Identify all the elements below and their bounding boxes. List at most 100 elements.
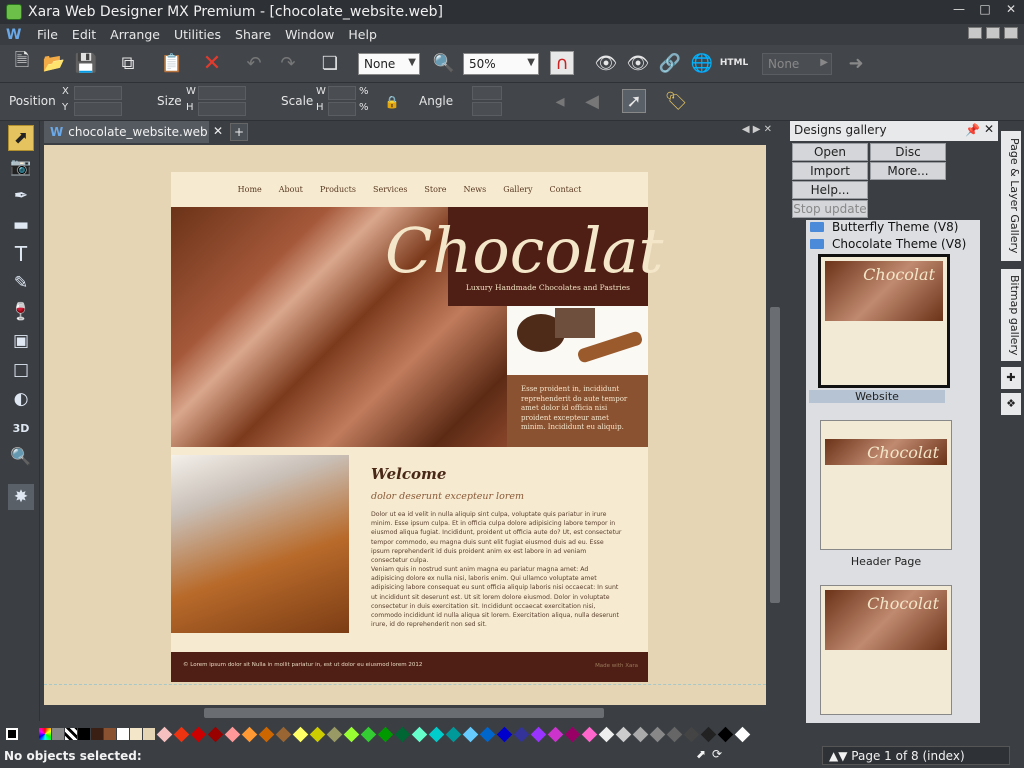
menu-file[interactable]: File (30, 27, 65, 42)
close-tab-icon[interactable]: ✕ (213, 124, 223, 138)
preview-eye-icon[interactable]: 👁 (594, 51, 618, 75)
gallery-list[interactable]: Butterfly Theme (V8) Chocolate Theme (V8… (806, 220, 980, 723)
swatch-dark-green[interactable] (377, 726, 394, 742)
import-button[interactable]: Import (792, 162, 868, 180)
close-window-button[interactable]: ✕ (998, 0, 1024, 18)
swatch-teal[interactable] (445, 726, 462, 742)
swatch-white[interactable] (117, 728, 129, 740)
swatch-navy[interactable] (513, 726, 530, 742)
swatch-pink-2[interactable] (581, 726, 598, 742)
footer-credit[interactable]: Made with Xara (595, 663, 638, 669)
lock-aspect-icon[interactable]: 🔒 (380, 90, 404, 114)
swatch-grey-7[interactable] (700, 726, 717, 742)
tag-icon[interactable]: 🏷 (664, 89, 688, 113)
photo-tool-icon[interactable]: ✸ (8, 484, 34, 510)
blend-tool-icon[interactable]: ◐ (8, 386, 34, 412)
extrude-3d-tool-icon[interactable]: 3D (8, 415, 34, 441)
thumb-third-page[interactable]: Chocolat (820, 585, 952, 715)
nav-about[interactable]: About (279, 185, 303, 194)
swatch-salmon[interactable] (224, 726, 241, 742)
nav-news[interactable]: News (464, 185, 487, 194)
swatch-tan[interactable] (143, 728, 155, 740)
swatch-black[interactable] (78, 728, 90, 740)
magnet-snap-icon[interactable]: ∩ (550, 51, 574, 75)
arrow-right-icon[interactable]: ➜ (844, 51, 868, 75)
save-icon[interactable]: 💾 (74, 51, 98, 75)
swatch-aqua[interactable] (411, 726, 428, 742)
swatch-lime[interactable] (343, 726, 360, 742)
flip-horizontal-icon[interactable]: ◂ (548, 89, 572, 113)
menu-arrange[interactable]: Arrange (103, 27, 167, 42)
swatch-dark-brown[interactable] (91, 728, 103, 740)
swatch-purple[interactable] (530, 726, 547, 742)
minimize-button[interactable]: — (946, 0, 972, 18)
skew-field[interactable] (472, 102, 502, 116)
canvas-vertical-scrollbar[interactable] (768, 145, 782, 705)
menu-share[interactable]: Share (228, 27, 278, 42)
thumb-header-page[interactable]: Chocolat (820, 420, 952, 550)
tab-scroll-arrows[interactable]: ◀ ▶ ✕ (742, 124, 772, 135)
nav-contact[interactable]: Contact (550, 185, 582, 194)
open-folder-icon[interactable]: 📂 (42, 51, 66, 75)
swatch-grey-2[interactable] (615, 726, 632, 742)
undo-icon[interactable]: ↶ (242, 51, 266, 75)
no-color-swatch[interactable] (6, 728, 18, 740)
swatch-yellow[interactable] (292, 726, 309, 742)
transparency-tool-icon[interactable]: 🍷 (8, 299, 34, 325)
swatch-grey-1[interactable] (598, 726, 615, 742)
swatch-khaki[interactable] (326, 726, 343, 742)
doc-minimize-button[interactable] (968, 27, 982, 39)
swatch-cyan[interactable] (428, 726, 445, 742)
pen-tool-icon[interactable]: ✒ (8, 183, 34, 209)
swatch-white-2[interactable] (734, 726, 751, 742)
thumb-website[interactable]: Chocolat (818, 254, 950, 388)
publish-icon[interactable]: 🌐 (690, 51, 714, 75)
pin-icon[interactable]: 📌 (965, 123, 980, 137)
open-button[interactable]: Open (792, 143, 868, 161)
y-field[interactable] (74, 102, 122, 116)
zoom-tool-icon[interactable]: 🔍 (8, 444, 34, 470)
refresh-icon[interactable]: ⟳ (712, 747, 722, 761)
nav-services[interactable]: Services (373, 185, 407, 194)
folder-chocolate[interactable]: Chocolate Theme (V8) (810, 237, 966, 251)
snap-icon[interactable]: ⬈ (696, 747, 706, 761)
new-tab-button[interactable]: + (230, 123, 248, 141)
swatch-grey-3[interactable] (632, 726, 649, 742)
swatch-maroon[interactable] (207, 726, 224, 742)
more-button[interactable]: More... (870, 162, 946, 180)
cupcakes-image[interactable] (171, 455, 349, 633)
swatch-grey-5[interactable] (666, 726, 683, 742)
html-export-icon[interactable]: HTML (720, 51, 748, 75)
swatch-green[interactable] (360, 726, 377, 742)
swatch-dark-red[interactable] (190, 726, 207, 742)
duplicate-icon[interactable]: ❏ (318, 51, 342, 75)
frame-tool-icon[interactable]: □ (8, 357, 34, 383)
swatch-grey-4[interactable] (649, 726, 666, 742)
nav-store[interactable]: Store (424, 185, 446, 194)
canvas-horizontal-scrollbar[interactable] (44, 706, 766, 720)
nav-products[interactable]: Products (320, 185, 356, 194)
zoom-tool-icon[interactable]: 🔍 (432, 51, 456, 75)
height-field[interactable] (198, 102, 246, 116)
gallery-scrollbar[interactable] (982, 220, 996, 723)
gallery-tab-4[interactable]: ❖ (1001, 393, 1021, 415)
page-layer-gallery-tab[interactable]: Page & Layer Gallery (1001, 131, 1021, 261)
x-field[interactable] (74, 86, 122, 100)
scale-w-field[interactable] (328, 86, 356, 100)
camera-tool-icon[interactable]: 📷 (8, 154, 34, 180)
flip-vertical-icon[interactable]: ◀ (580, 89, 604, 113)
swatch-grey-6[interactable] (683, 726, 700, 742)
swatch-cream[interactable] (130, 728, 142, 740)
swatch-black-2[interactable] (717, 726, 734, 742)
disc-designs-button[interactable]: Disc designs... (870, 143, 946, 175)
doc-close-button[interactable] (1004, 27, 1018, 39)
maximize-button[interactable]: □ (972, 0, 998, 18)
zoom-combo[interactable]: 50% ▼ (463, 53, 539, 75)
shadow-tool-icon[interactable]: ▣ (8, 328, 34, 354)
swatch-sky[interactable] (462, 726, 479, 742)
menu-edit[interactable]: Edit (65, 27, 103, 42)
swatch-dark-blue[interactable] (496, 726, 513, 742)
menu-window[interactable]: Window (278, 27, 341, 42)
copy-icon[interactable]: ⧉ (116, 51, 140, 75)
thumb-header-page-label[interactable]: Header Page (820, 555, 952, 568)
